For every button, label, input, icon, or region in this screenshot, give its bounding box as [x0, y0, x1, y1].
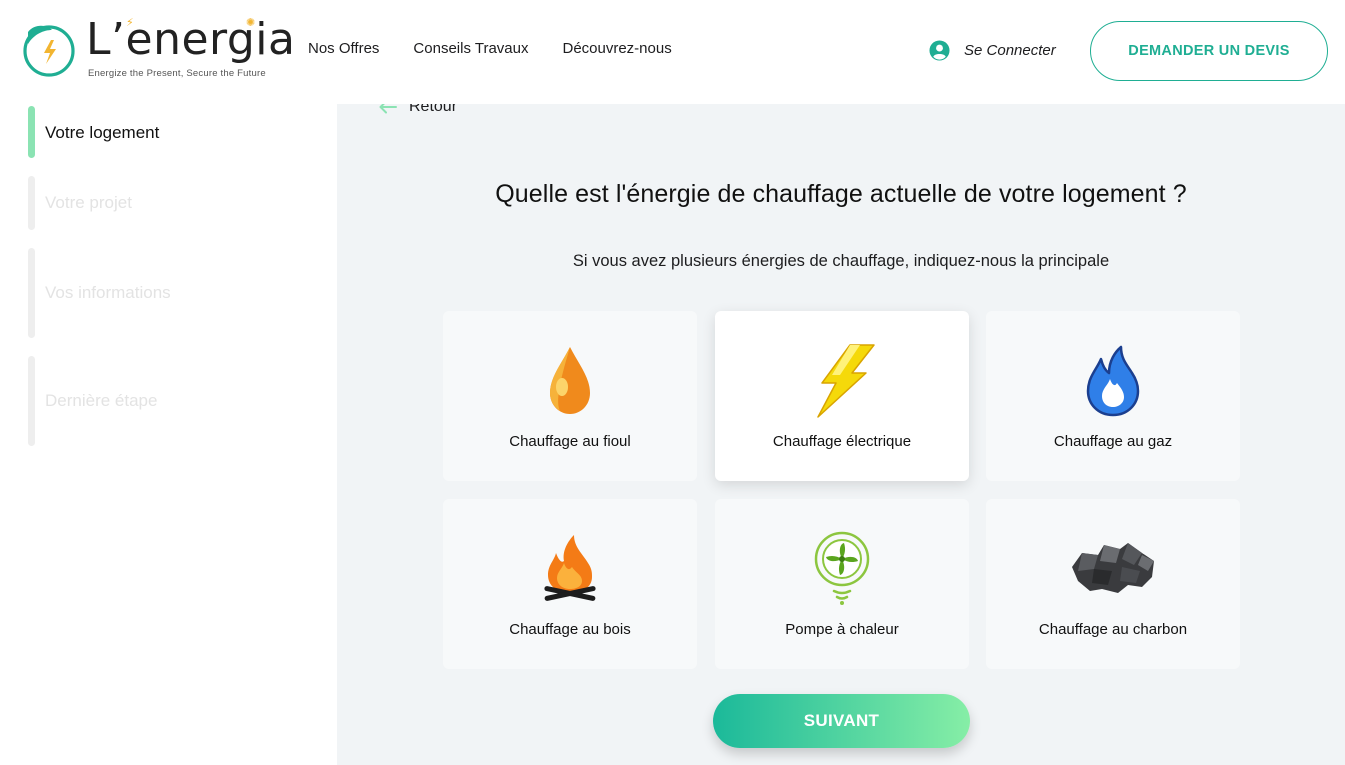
option-label: Chauffage au bois: [509, 621, 631, 638]
coal-icon: [1072, 543, 1154, 593]
back-link[interactable]: Retour: [379, 104, 457, 116]
step-indicator: [28, 356, 35, 446]
main-content: Retour Quelle est l'énergie de chauffage…: [337, 104, 1345, 765]
nav-item-conseils-travaux[interactable]: Conseils Travaux: [413, 40, 528, 57]
login-link[interactable]: Se Connecter: [929, 40, 1056, 61]
step-indicator: [28, 176, 35, 230]
brand-logo[interactable]: ⚡ ✺ L’energia Energize the Present, Secu…: [20, 14, 295, 82]
nav-item-decouvrez-nous[interactable]: Découvrez-nous: [562, 40, 671, 57]
lightning-bolt-icon: [817, 344, 875, 418]
step-indicator: [28, 248, 35, 338]
main-nav: Nos Offres Conseils Travaux Découvrez-no…: [308, 40, 672, 57]
option-card-fioul[interactable]: Chauffage au fioul: [443, 311, 697, 481]
site-header: ⚡ ✺ L’energia Energize the Present, Secu…: [0, 0, 1345, 104]
option-label: Chauffage au gaz: [1053, 433, 1173, 450]
campfire-icon: [544, 535, 596, 601]
heat-pump-icon: [814, 531, 870, 605]
question-subtitle: Si vous avez plusieurs énergies de chauf…: [572, 252, 1110, 270]
option-label: Chauffage au fioul: [509, 433, 631, 450]
oil-drop-icon: [550, 347, 590, 414]
option-label: Pompe à chaleur: [785, 621, 899, 638]
step-indicator: [28, 106, 35, 158]
option-label: Chauffage au charbon: [1038, 621, 1188, 638]
brand-name: L’energia: [86, 14, 296, 65]
gas-flame-icon: [1086, 345, 1140, 417]
back-label: Retour: [409, 104, 458, 115]
option-card-pompe-a-chaleur[interactable]: Pompe à chaleur: [715, 499, 969, 669]
progress-sidebar: Votre logement Votre projet Vos informat…: [0, 104, 337, 765]
logo-leaf-bolt-icon: [23, 25, 75, 77]
step-label: Vos informations: [45, 283, 171, 302]
option-card-electrique[interactable]: Chauffage électrique: [715, 311, 969, 481]
step-label: Dernière étape: [45, 391, 158, 410]
option-card-charbon[interactable]: Chauffage au charbon: [986, 499, 1240, 669]
question-title: Quelle est l'énergie de chauffage actuel…: [495, 180, 1187, 208]
brand-tagline: Energize the Present, Secure the Future: [88, 68, 266, 79]
step-votre-logement: Votre logement: [28, 106, 328, 158]
user-account-icon: [929, 40, 950, 61]
option-card-gaz[interactable]: Chauffage au gaz: [986, 311, 1240, 481]
option-label: Chauffage électrique: [772, 433, 912, 450]
step-derniere-etape: Dernière étape: [28, 356, 328, 446]
step-label: Votre logement: [45, 123, 160, 142]
next-button[interactable]: SUIVANT: [713, 694, 970, 748]
option-card-bois[interactable]: Chauffage au bois: [443, 499, 697, 669]
step-label: Votre projet: [45, 193, 132, 212]
step-votre-projet: Votre projet: [28, 176, 328, 230]
nav-item-nos-offres[interactable]: Nos Offres: [308, 40, 379, 57]
arrow-left-icon: [379, 104, 397, 114]
login-label: Se Connecter: [964, 42, 1056, 59]
step-vos-informations: Vos informations: [28, 248, 328, 338]
request-quote-button[interactable]: DEMANDER UN DEVIS: [1090, 21, 1328, 81]
